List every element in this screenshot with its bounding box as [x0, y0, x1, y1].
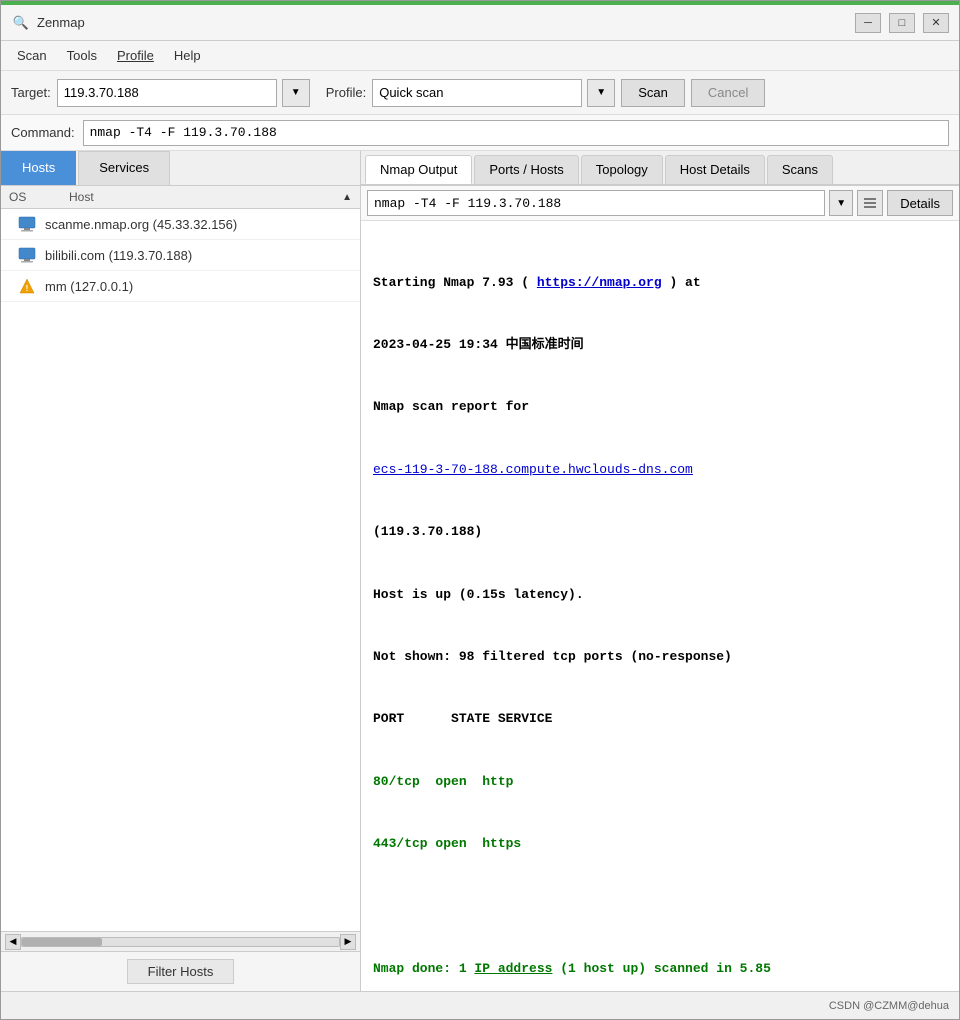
output-command-input[interactable]: [367, 190, 825, 216]
list-item[interactable]: scanme.nmap.org (45.33.32.156): [1, 209, 360, 240]
filter-hosts-bar: Filter Hosts: [1, 951, 360, 991]
host-name-3: mm (127.0.0.1): [45, 279, 133, 294]
output-line-4-link[interactable]: ecs-119-3-70-188.compute.hwclouds-dns.co…: [373, 460, 947, 481]
output-spacer: [373, 897, 947, 918]
svg-text:!: !: [26, 284, 29, 293]
output-area: Starting Nmap 7.93 ( https://nmap.org ) …: [361, 221, 959, 991]
tab-ports-hosts[interactable]: Ports / Hosts: [474, 155, 578, 184]
list-item[interactable]: ! mm (127.0.0.1): [1, 271, 360, 302]
profile-input[interactable]: [372, 79, 582, 107]
host-icon-3: !: [17, 276, 37, 296]
content-split: OS Host ▲ scanme.nmap.: [1, 186, 959, 991]
profile-dropdown[interactable]: ▼: [587, 79, 615, 107]
output-line-3: Nmap scan report for: [373, 397, 947, 418]
target-label: Target:: [11, 85, 51, 100]
list-item[interactable]: bilibili.com (119.3.70.188): [1, 240, 360, 271]
menu-tools[interactable]: Tools: [57, 44, 107, 67]
target-dropdown[interactable]: ▼: [282, 79, 310, 107]
output-line-7: PORT STATE SERVICE: [373, 709, 947, 730]
output-line-4-ip: (119.3.70.188): [373, 522, 947, 543]
output-line-9: 443/tcp open https: [373, 834, 947, 855]
os-header: OS: [9, 190, 69, 204]
output-dropdown[interactable]: ▼: [829, 190, 853, 216]
menu-bar: Scan Tools Profile Help: [1, 41, 959, 71]
tab-services[interactable]: Services: [78, 151, 170, 185]
host-name-2: bilibili.com (119.3.70.188): [45, 248, 192, 263]
menu-scan[interactable]: Scan: [7, 44, 57, 67]
command-label: Command:: [11, 125, 75, 140]
output-line-5: Host is up (0.15s latency).: [373, 585, 947, 606]
main-window: 🔍 Zenmap ─ □ ✕ Scan Tools Profile Help T…: [0, 0, 960, 1020]
output-line-2: 2023-04-25 19:34 中国标准时间: [373, 335, 947, 356]
window-controls: ─ □ ✕: [855, 13, 949, 33]
output-line-10: Nmap done: 1 IP address (1 host up) scan…: [373, 959, 947, 980]
title-bar: 🔍 Zenmap ─ □ ✕: [1, 5, 959, 41]
status-bar: CSDN @CZMM@dehua: [1, 991, 959, 1019]
tabs-row: Hosts Services Nmap Output Ports / Hosts…: [1, 151, 959, 186]
app-icon: 🔍: [11, 13, 31, 33]
menu-profile[interactable]: Profile: [107, 44, 164, 67]
host-icon-1: [17, 214, 37, 234]
profile-label: Profile:: [326, 85, 366, 100]
ip-address-text: IP address: [474, 961, 552, 976]
host-header: Host: [69, 190, 338, 204]
tab-nmap-output[interactable]: Nmap Output: [365, 155, 472, 184]
command-input[interactable]: [83, 120, 949, 146]
output-toolbar: ▼ Details: [361, 186, 959, 221]
host-list-header: OS Host ▲: [1, 186, 360, 209]
output-line-1: Starting Nmap 7.93 ( https://nmap.org ) …: [373, 273, 947, 294]
cancel-button[interactable]: Cancel: [691, 79, 765, 107]
tab-host-details[interactable]: Host Details: [665, 155, 765, 184]
scroll-track[interactable]: [21, 937, 340, 947]
close-button[interactable]: ✕: [923, 13, 949, 33]
scroll-right[interactable]: ▶: [340, 934, 356, 950]
left-panel: OS Host ▲ scanme.nmap.: [1, 186, 361, 991]
tab-topology[interactable]: Topology: [581, 155, 663, 184]
toolbar: Target: ▼ Profile: ▼ Scan Cancel: [1, 71, 959, 115]
right-tabs: Nmap Output Ports / Hosts Topology Host …: [361, 151, 959, 185]
filter-hosts-button[interactable]: Filter Hosts: [127, 959, 235, 984]
right-panel: ▼ Details Starting Nmap 7.93 ( https://n…: [361, 186, 959, 991]
window-title: Zenmap: [37, 15, 855, 30]
target-input[interactable]: [57, 79, 277, 107]
sort-arrow: ▲: [342, 192, 352, 203]
scroll-left[interactable]: ◀: [5, 934, 21, 950]
status-text: CSDN @CZMM@dehua: [829, 1000, 949, 1012]
scroll-thumb: [22, 938, 102, 946]
left-tabs: Hosts Services: [1, 151, 361, 185]
menu-help[interactable]: Help: [164, 44, 211, 67]
maximize-button[interactable]: □: [889, 13, 915, 33]
output-line-6: Not shown: 98 filtered tcp ports (no-res…: [373, 647, 947, 668]
tab-scans[interactable]: Scans: [767, 155, 833, 184]
horizontal-scrollbar: ◀ ▶: [1, 931, 360, 951]
output-lines-btn[interactable]: [857, 190, 883, 216]
scan-button[interactable]: Scan: [621, 79, 685, 107]
command-bar: Command:: [1, 115, 959, 151]
main-area: Hosts Services Nmap Output Ports / Hosts…: [1, 151, 959, 991]
nmap-url[interactable]: https://nmap.org: [537, 275, 662, 290]
tab-hosts[interactable]: Hosts: [1, 151, 76, 185]
output-line-8: 80/tcp open http: [373, 772, 947, 793]
minimize-button[interactable]: ─: [855, 13, 881, 33]
details-button[interactable]: Details: [887, 190, 953, 216]
host-name-1: scanme.nmap.org (45.33.32.156): [45, 217, 237, 232]
host-list: scanme.nmap.org (45.33.32.156) bilibili.…: [1, 209, 360, 931]
host-icon-2: [17, 245, 37, 265]
